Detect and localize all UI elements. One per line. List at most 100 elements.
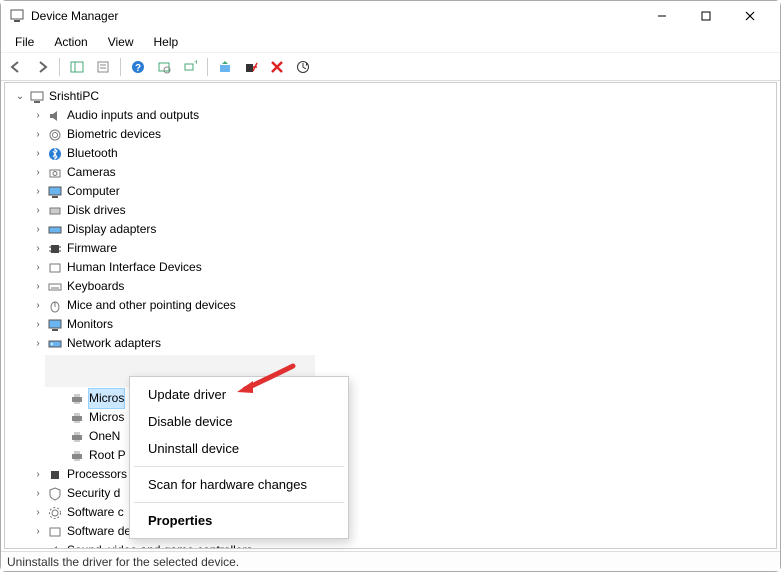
tree-label: Software de <box>67 522 131 541</box>
tree-device-printer-selected[interactable]: Micros <box>11 389 776 408</box>
tree-category-disk[interactable]: › Disk drives <box>11 201 776 220</box>
tree-label: Mice and other pointing devices <box>67 296 236 315</box>
chevron-right-icon[interactable]: › <box>31 204 45 218</box>
tree-category-cameras[interactable]: › Cameras <box>11 163 776 182</box>
chevron-right-icon[interactable]: › <box>31 242 45 256</box>
tree-label: Audio inputs and outputs <box>67 106 199 125</box>
tree-category-monitors[interactable]: › Monitors <box>11 315 776 334</box>
device-manager-icon <box>9 8 25 24</box>
tree-category-display[interactable]: › Display adapters <box>11 220 776 239</box>
scan-hardware-button[interactable] <box>153 56 175 78</box>
show-hide-console-button[interactable] <box>66 56 88 78</box>
properties-button[interactable] <box>92 56 114 78</box>
computer-icon <box>29 89 45 105</box>
tree-root[interactable]: ⌄ SrishtiPC <box>11 87 776 106</box>
menu-action[interactable]: Action <box>44 33 97 51</box>
printer-icon <box>69 429 85 445</box>
tree-device-label: Micros <box>89 389 124 408</box>
tree-device-printer[interactable]: Root P <box>11 446 776 465</box>
bluetooth-icon <box>47 146 63 162</box>
context-separator <box>134 466 344 467</box>
chevron-right-icon[interactable]: › <box>31 185 45 199</box>
context-uninstall-device[interactable]: Uninstall device <box>130 435 348 462</box>
forward-button[interactable] <box>31 56 53 78</box>
tree-label: Software c <box>67 503 124 522</box>
tree-label: Sound, video and game controllers <box>67 541 252 549</box>
network-icon <box>47 336 63 352</box>
chevron-right-icon[interactable]: › <box>31 166 45 180</box>
chevron-right-icon[interactable]: › <box>31 147 45 161</box>
tree-category-audio[interactable]: › Audio inputs and outputs <box>11 106 776 125</box>
tree-label: Security d <box>67 484 120 503</box>
disable-device-button[interactable] <box>240 56 262 78</box>
context-scan-changes[interactable]: Scan for hardware changes <box>130 471 348 498</box>
chevron-right-icon[interactable]: › <box>31 299 45 313</box>
toolbar: ? + <box>1 53 780 81</box>
chevron-right-icon[interactable]: › <box>31 487 45 501</box>
context-disable-device[interactable]: Disable device <box>130 408 348 435</box>
tree-category-biometric[interactable]: › Biometric devices <box>11 125 776 144</box>
tree-category-computer[interactable]: › Computer <box>11 182 776 201</box>
chevron-right-icon[interactable]: › <box>31 223 45 237</box>
back-button[interactable] <box>5 56 27 78</box>
menu-view[interactable]: View <box>98 33 144 51</box>
menubar: File Action View Help <box>1 31 780 53</box>
chevron-right-icon[interactable]: › <box>31 468 45 482</box>
tree-category-firmware[interactable]: › Firmware <box>11 239 776 258</box>
chevron-right-icon[interactable]: › <box>31 109 45 123</box>
scan-changes-button[interactable] <box>292 56 314 78</box>
tree-device-printer[interactable]: OneN <box>11 427 776 446</box>
chevron-right-icon[interactable]: › <box>31 318 45 332</box>
close-button[interactable] <box>728 1 772 31</box>
svg-text:?: ? <box>135 63 141 74</box>
tree-device-label: Micros <box>89 408 124 427</box>
context-update-driver[interactable]: Update driver <box>130 381 348 408</box>
add-legacy-hardware-button[interactable]: + <box>179 56 201 78</box>
update-driver-button[interactable] <box>214 56 236 78</box>
minimize-button[interactable] <box>640 1 684 31</box>
monitor-icon <box>47 317 63 333</box>
hid-icon <box>47 260 63 276</box>
tree-category-network[interactable]: › Network adapters <box>11 334 776 353</box>
chevron-down-icon[interactable]: ⌄ <box>13 90 27 104</box>
tree-category-security[interactable]: › Security d <box>11 484 776 503</box>
tree-category-software-devices[interactable]: › Software de <box>11 522 776 541</box>
help-button[interactable]: ? <box>127 56 149 78</box>
tree-category-sound[interactable]: › Sound, video and game controllers <box>11 541 776 549</box>
tree-category-software-components[interactable]: › Software c <box>11 503 776 522</box>
chevron-right-icon[interactable]: › <box>31 544 45 550</box>
monitor-icon <box>47 184 63 200</box>
tree-category-mice[interactable]: › Mice and other pointing devices <box>11 296 776 315</box>
context-separator <box>134 502 344 503</box>
camera-icon <box>47 165 63 181</box>
tree-device-printer[interactable]: Micros <box>11 408 776 427</box>
cpu-icon <box>47 467 63 483</box>
chevron-right-icon[interactable]: › <box>31 128 45 142</box>
tree-label: Firmware <box>67 239 117 258</box>
context-properties[interactable]: Properties <box>130 507 348 534</box>
uninstall-device-button[interactable] <box>266 56 288 78</box>
software-icon <box>47 524 63 540</box>
tree-category-hid[interactable]: › Human Interface Devices <box>11 258 776 277</box>
fingerprint-icon <box>47 127 63 143</box>
tree-category-bluetooth[interactable]: › Bluetooth <box>11 144 776 163</box>
maximize-button[interactable] <box>684 1 728 31</box>
tree-category-processors[interactable]: › Processors <box>11 465 776 484</box>
disk-icon <box>47 203 63 219</box>
menu-help[interactable]: Help <box>144 33 189 51</box>
context-menu: Update driver Disable device Uninstall d… <box>129 376 349 539</box>
chevron-right-icon[interactable]: › <box>31 337 45 351</box>
speaker-icon <box>47 108 63 124</box>
chevron-right-icon[interactable]: › <box>31 280 45 294</box>
printer-icon <box>69 448 85 464</box>
titlebar: Device Manager <box>1 1 780 31</box>
menu-file[interactable]: File <box>5 33 44 51</box>
toolbar-separator <box>207 58 208 76</box>
tree-category-keyboards[interactable]: › Keyboards <box>11 277 776 296</box>
tree-label: Disk drives <box>67 201 126 220</box>
chevron-right-icon[interactable]: › <box>31 506 45 520</box>
tree-label: Keyboards <box>67 277 124 296</box>
device-tree: ⌄ SrishtiPC › Audio inputs and outputs ›… <box>4 82 777 549</box>
chevron-right-icon[interactable]: › <box>31 525 45 539</box>
chevron-right-icon[interactable]: › <box>31 261 45 275</box>
